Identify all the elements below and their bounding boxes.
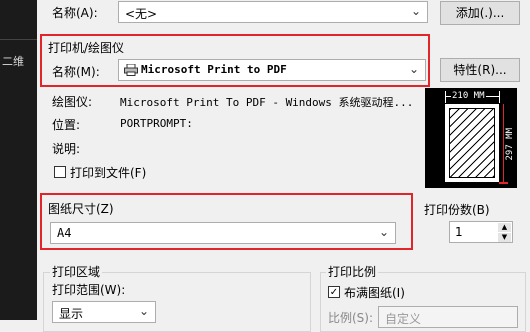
page-setup-name-label: 名称(A): bbox=[52, 6, 98, 20]
print-to-file-checkbox[interactable] bbox=[54, 166, 66, 178]
printable-area-hatch bbox=[449, 108, 495, 178]
plot-range-label: 打印范围(W): bbox=[52, 283, 126, 297]
left-panel-text: 二维 bbox=[2, 55, 24, 68]
paper-size-select[interactable]: A4 ⌄ bbox=[50, 222, 396, 244]
chevron-down-icon: ⌄ bbox=[378, 225, 389, 239]
printer-icon bbox=[124, 63, 138, 76]
printer-name-label: 名称(M): bbox=[52, 65, 100, 79]
plot-scale-label: 打印比例 bbox=[326, 263, 379, 280]
printer-group-label: 打印机/绘图仪 bbox=[48, 41, 125, 55]
add-button[interactable]: 添加(.)... bbox=[440, 1, 520, 25]
location-value: PORTPROMPT: bbox=[120, 117, 193, 130]
copies-spinner[interactable]: 1 ▲ ▼ bbox=[449, 221, 513, 243]
fit-to-paper-checkbox[interactable]: ✓ bbox=[328, 286, 340, 298]
page-setup-name-select[interactable]: <无> ⌄ bbox=[118, 1, 428, 23]
dim-tick-bottom bbox=[499, 182, 508, 184]
print-to-file-label: 打印到文件(F) bbox=[70, 166, 147, 180]
properties-button[interactable]: 特性(R)... bbox=[440, 58, 520, 82]
chevron-down-icon: ⌄ bbox=[410, 4, 421, 18]
copies-value: 1 bbox=[455, 225, 463, 239]
copies-label: 打印份数(B) bbox=[424, 203, 490, 217]
printer-name-value: Microsoft Print to PDF bbox=[141, 63, 287, 76]
page-setup-name-value: <无> bbox=[125, 7, 158, 21]
chevron-down-icon: ⌄ bbox=[138, 304, 149, 318]
printer-name-select[interactable]: Microsoft Print to PDF ⌄ bbox=[118, 59, 426, 81]
paper-size-label: 图纸尺寸(Z) bbox=[48, 202, 114, 216]
preview-height-text: 297 MM bbox=[505, 128, 515, 161]
location-label: 位置: bbox=[52, 118, 81, 132]
spinner-down-icon[interactable]: ▼ bbox=[498, 233, 511, 242]
fit-to-paper-label: 布满图纸(I) bbox=[344, 286, 405, 300]
left-dark-panel: 二维 bbox=[0, 0, 37, 320]
scale-value: 自定义 bbox=[385, 312, 422, 326]
dim-line-height bbox=[503, 104, 504, 184]
description-label: 说明: bbox=[52, 142, 81, 156]
scale-label: 比例(S): bbox=[328, 311, 374, 325]
preview-paper bbox=[445, 104, 499, 182]
paper-size-value: A4 bbox=[57, 226, 72, 240]
dim-tick-right bbox=[499, 91, 500, 103]
plot-range-value: 显示 bbox=[59, 307, 84, 321]
plot-area-label: 打印区域 bbox=[50, 263, 103, 280]
dim-tick-left bbox=[445, 91, 446, 103]
chevron-down-icon: ⌄ bbox=[408, 62, 419, 76]
plotter-value: Microsoft Print To PDF - Windows 系统驱动程..… bbox=[120, 96, 414, 109]
paper-preview: 210 MM 297 MM bbox=[425, 88, 517, 188]
panel-divider bbox=[0, 39, 37, 40]
spinner-up-icon[interactable]: ▲ bbox=[498, 223, 511, 232]
scale-select[interactable]: 自定义 bbox=[378, 306, 518, 328]
preview-width-text: 210 MM bbox=[451, 91, 486, 101]
plotter-label: 绘图仪: bbox=[52, 95, 93, 109]
